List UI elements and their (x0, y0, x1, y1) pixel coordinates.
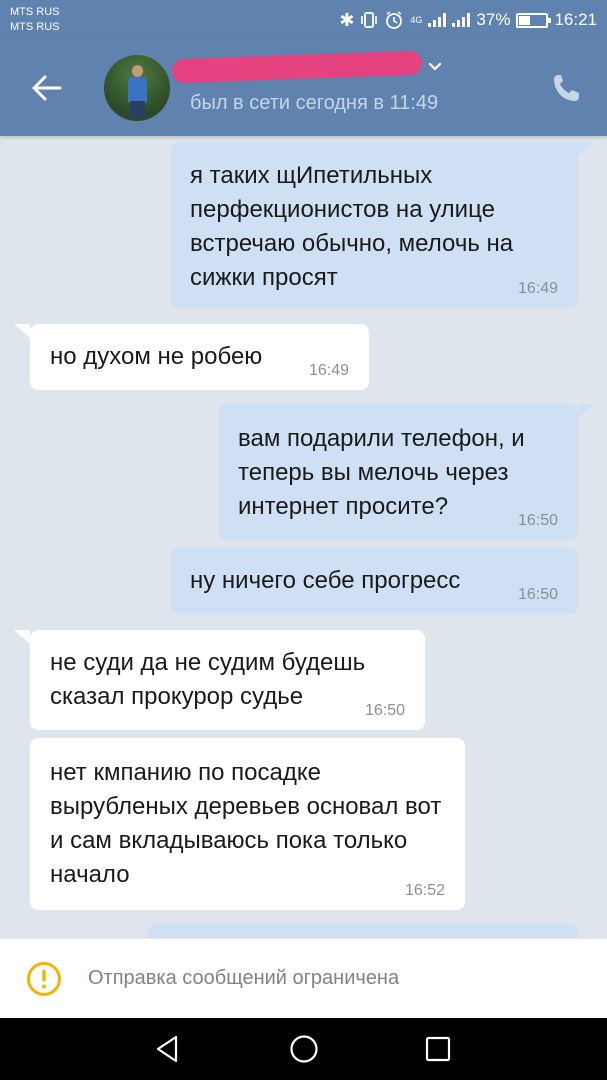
carrier-label-2: MTS RUS (10, 21, 60, 33)
android-nav-bar (0, 1018, 607, 1080)
bubble-tail (578, 142, 594, 156)
message-time: 16:50 (517, 512, 558, 529)
back-arrow-icon[interactable] (30, 73, 62, 103)
message-list[interactable]: я таких щИпетильных перфекционистов на у… (0, 136, 607, 938)
message-text: но духом не робею (50, 343, 263, 370)
alarm-icon (386, 11, 403, 29)
message-bubble-outgoing[interactable]: я таких щИпетильных перфекционистов на у… (170, 142, 578, 308)
message-text: я таких щИпетильных перфекционистов на у… (190, 162, 514, 291)
nav-recents-icon[interactable] (422, 1033, 454, 1065)
carrier-label-1: MTS RUS (10, 6, 60, 18)
message-text: ну ничего себе прогресс (190, 567, 461, 594)
message-bubble-outgoing[interactable]: вам подарили телефон, и теперь вы мелочь… (218, 404, 578, 540)
message-text: нет кмпанию по посадке вырубленых деревь… (50, 759, 442, 888)
status-bar: MTS RUS MTS RUS ✱ 4G 37% 16:21 (0, 0, 607, 40)
chevron-down-icon[interactable] (428, 62, 442, 72)
nav-back-icon[interactable] (152, 1033, 184, 1065)
contact-name-redacted[interactable] (171, 50, 423, 84)
battery-icon (516, 12, 552, 28)
warning-icon (27, 962, 61, 996)
clock: 16:21 (554, 10, 597, 29)
signal-icon-2 (452, 13, 471, 27)
battery-percent: 37% (476, 10, 511, 29)
bubble-tail (578, 404, 594, 418)
phone-icon[interactable] (551, 72, 581, 104)
message-time: 16:52 (404, 882, 445, 899)
message-time: 16:50 (517, 586, 558, 603)
message-text: вам подарили телефон, и теперь вы мелочь… (238, 425, 525, 520)
bubble-tail (14, 324, 30, 338)
chat-header: был в сети сегодня в 11:49 (0, 40, 607, 136)
bluetooth-icon: ✱ (339, 9, 355, 30)
nav-home-icon[interactable] (288, 1033, 320, 1065)
message-bubble-outgoing[interactable]: ну ничего себе прогресс 16:50 (170, 548, 578, 614)
message-bubble-incoming[interactable]: нет кмпанию по посадке вырубленых деревь… (30, 738, 465, 910)
bubble-tail (14, 630, 30, 644)
composer-restricted-banner: Отправка сообщений ограничена (0, 938, 607, 1018)
message-time: 16:50 (364, 702, 405, 719)
message-time: 16:49 (517, 280, 558, 297)
message-bubble-incoming[interactable]: не суди да не судим будешь сказал прокур… (30, 630, 425, 730)
message-time: 16:49 (308, 362, 349, 379)
message-bubble-outgoing-partial[interactable] (148, 924, 578, 938)
vibrate-icon (361, 12, 378, 28)
network-type-label: 4G (410, 14, 423, 25)
restricted-message: Отправка сообщений ограничена (88, 967, 400, 989)
message-text: не суди да не судим будешь сказал прокур… (50, 649, 366, 710)
system-icons: ✱ 4G 37% 16:21 (339, 8, 597, 32)
message-bubble-incoming[interactable]: но духом не робею 16:49 (30, 324, 369, 390)
last-seen-status: был в сети сегодня в 11:49 (190, 92, 439, 114)
carrier-info: MTS RUS MTS RUS (10, 5, 60, 35)
signal-icon-1 (428, 13, 447, 27)
avatar[interactable] (104, 55, 170, 121)
